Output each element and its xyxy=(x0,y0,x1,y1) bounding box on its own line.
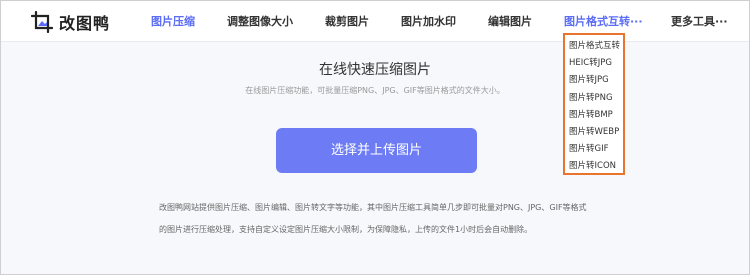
dropdown-item-to-bmp[interactable]: 图片转BMP xyxy=(565,107,623,124)
nav-edit-image[interactable]: 编辑图片 xyxy=(488,13,532,29)
dropdown-item-format-convert[interactable]: 图片格式互转 xyxy=(565,38,623,55)
nav-add-watermark[interactable]: 图片加水印 xyxy=(401,13,456,29)
nav-more-tools[interactable]: 更多工具··· xyxy=(671,13,728,29)
nav-format-convert[interactable]: 图片格式互转··· xyxy=(564,13,643,29)
dropdown-item-to-webp[interactable]: 图片转WEBP xyxy=(565,124,623,141)
upload-image-button[interactable]: 选择并上传图片 xyxy=(276,128,477,173)
dropdown-item-to-jpg[interactable]: 图片转JPG xyxy=(565,72,623,89)
tool-description: 改图鸭网站提供图片压缩、图片编辑、图片转文字等功能，其中图片压缩工具简单几步即可… xyxy=(159,197,599,241)
top-header: 改图鸭 图片压缩 调整图像大小 裁剪图片 图片加水印 编辑图片 图片格式互转··… xyxy=(1,1,749,42)
site-logo[interactable]: 改图鸭 xyxy=(30,10,111,34)
dropdown-item-heic-to-jpg[interactable]: HEIC转JPG xyxy=(565,55,623,72)
description-line: 的图片进行压缩处理，支持自定义设定图片压缩大小限制，为保障隐私，上传的文件1小时… xyxy=(159,225,533,234)
logo-text: 改图鸭 xyxy=(59,14,111,33)
dropdown-item-to-png[interactable]: 图片转PNG xyxy=(565,90,623,107)
nav-crop-image[interactable]: 裁剪图片 xyxy=(325,13,369,29)
dropdown-item-to-gif[interactable]: 图片转GIF xyxy=(565,141,623,158)
nav-resize-image[interactable]: 调整图像大小 xyxy=(227,13,293,29)
page-subtitle: 在线图片压缩功能，可批量压缩PNG、JPG、GIF等图片格式的文件大小。 xyxy=(245,86,505,95)
crop-image-icon xyxy=(30,10,54,34)
description-line: 改图鸭网站提供图片压缩、图片编辑、图片转文字等功能，其中图片压缩工具简单几步即可… xyxy=(159,203,587,212)
dropdown-item-to-icon[interactable]: 图片转ICON xyxy=(565,158,623,175)
format-convert-dropdown: 图片格式互转 HEIC转JPG 图片转JPG 图片转PNG 图片转BMP 图片转… xyxy=(563,33,625,175)
page-frame: 改图鸭 图片压缩 调整图像大小 裁剪图片 图片加水印 编辑图片 图片格式互转··… xyxy=(0,0,750,275)
nav-image-compress[interactable]: 图片压缩 xyxy=(151,13,195,29)
page-title: 在线快速压缩图片 xyxy=(319,62,431,78)
